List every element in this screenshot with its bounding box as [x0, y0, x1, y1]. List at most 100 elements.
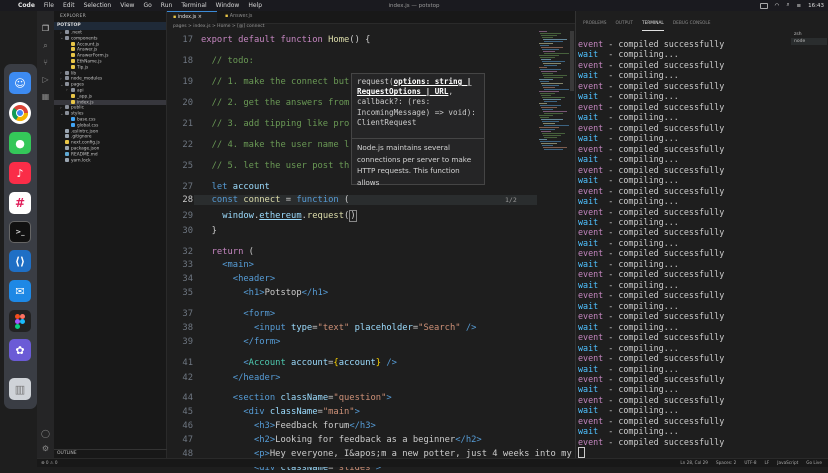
file-name: pages [71, 82, 84, 88]
file-icon [71, 99, 75, 104]
tab-label: index.js [177, 15, 197, 20]
menu-edit[interactable]: Edit [63, 2, 75, 9]
layout-icon[interactable] [759, 2, 768, 9]
source-control-icon[interactable]: ⑂ [41, 58, 50, 67]
tab-debug-console[interactable]: DEBUG CONSOLE [673, 21, 711, 31]
minimap-line [544, 149, 563, 151]
terminal-line-label: wait [578, 321, 599, 332]
terminal-line: event - compiled successfully [578, 186, 788, 196]
terminal-line: wait - compiling... [578, 49, 788, 59]
trash-icon[interactable]: ▥ [9, 378, 31, 400]
files-icon[interactable]: ❐ [41, 24, 50, 33]
file-icon [71, 47, 75, 52]
chrome-icon[interactable] [9, 102, 31, 124]
terminal-line-label: event [578, 311, 604, 322]
file-name: Answer.js [77, 47, 98, 53]
line-number: 27 [182, 182, 193, 192]
menu-view[interactable]: View [120, 2, 134, 9]
photos-app-icon[interactable]: ✿ [9, 339, 31, 361]
file-name: next.config.js [71, 140, 100, 146]
menu-help[interactable]: Help [248, 2, 262, 9]
terminal-line-label: event [578, 290, 604, 301]
tab-problems[interactable]: PROBLEMS [583, 21, 606, 31]
clock[interactable]: 16:43 [808, 3, 824, 9]
minimap-line [541, 95, 551, 97]
menu-window[interactable]: Window [216, 2, 240, 9]
line-number: 22 [182, 140, 193, 150]
menu-selection[interactable]: Selection [84, 2, 112, 9]
dock: ☺ ● ♪ # >_ ⟨⟩ ✉ ✿ ▥ [4, 64, 37, 409]
terminal-output[interactable]: event - compiled successfully wait - comp… [578, 39, 788, 459]
run-debug-icon[interactable]: ▷ [41, 75, 50, 84]
minimap-line [543, 135, 561, 137]
search-icon[interactable]: ⌕ [41, 41, 50, 50]
terminal-line-text: - compiling... [598, 384, 679, 395]
vscode-icon[interactable]: ⟨⟩ [9, 250, 31, 272]
terminal-line-label: wait [578, 196, 599, 207]
minimap-line [539, 91, 559, 93]
outline-section[interactable]: OUTLINE [54, 449, 169, 458]
menu-app-name[interactable]: Code [18, 2, 35, 9]
file-item[interactable]: yarn.lock [54, 157, 166, 164]
terminal-line: event - compiled successfully [578, 353, 788, 363]
terminal-icon[interactable]: >_ [9, 221, 31, 243]
terminal-line: event - compiled successfully [578, 102, 788, 112]
slack-icon[interactable]: # [9, 192, 31, 214]
terminal-item-zsh[interactable]: zsh [791, 31, 827, 38]
panel-tabs: PROBLEMS OUTPUT TERMINAL DEBUG CONSOLE [576, 21, 710, 31]
extensions-icon[interactable]: ▦ [41, 92, 50, 101]
project-folder[interactable]: POTSTOP [54, 22, 166, 30]
mail-icon[interactable]: ✉ [9, 280, 31, 302]
menu-run[interactable]: Run [161, 2, 173, 9]
minimap[interactable] [539, 31, 569, 151]
search-icon[interactable]: ⌕ [786, 2, 789, 9]
terminal-line-label: wait [578, 279, 599, 290]
terminal-line: wait - compiling... [578, 217, 788, 227]
terminal-line: wait - compiling... [578, 364, 788, 374]
terminal-line-text: - compiled successfully [603, 394, 725, 405]
terminal-line-label: event [578, 415, 604, 426]
terminal-line-text: - compiling... [598, 279, 679, 290]
line-number: 37 [182, 309, 193, 319]
code-line: <section className="question"> [232, 393, 392, 403]
account-icon[interactable]: ◯ [41, 429, 50, 438]
finder-icon[interactable]: ☺ [9, 72, 31, 94]
settings-gear-icon[interactable]: ⚙ [41, 444, 50, 453]
wifi-icon[interactable]: ◠ [775, 3, 780, 9]
breadcrumb[interactable]: pages > index.js > Home > [@] connect [167, 23, 581, 31]
editor-scrollbar[interactable] [570, 31, 574, 91]
signature-counter[interactable]: 1/2 [505, 196, 517, 204]
menu-file[interactable]: File [44, 2, 54, 9]
terminal-prompt[interactable] [578, 447, 788, 459]
tab-answer-js[interactable]: ▪ Answer.js [219, 11, 258, 23]
terminal-line: event - compiled successfully [578, 207, 788, 217]
minimap-line [542, 97, 565, 99]
terminal-line-text: - compiled successfully [603, 227, 725, 238]
minimap-line [540, 57, 555, 59]
messages-icon[interactable]: ● [9, 132, 31, 154]
music-icon[interactable]: ♪ [9, 162, 31, 184]
line-number: 46 [182, 421, 193, 431]
code-line: let account [211, 182, 270, 192]
folder-icon [65, 76, 69, 81]
terminal-line: wait - compiling... [578, 322, 788, 332]
tab-output[interactable]: OUTPUT [615, 21, 633, 31]
menu-terminal[interactable]: Terminal [181, 2, 206, 9]
tooltip-divider [352, 138, 484, 139]
terminal-line-label: wait [578, 154, 599, 165]
terminal-line-text: - compiled successfully [603, 332, 725, 343]
close-icon[interactable]: × [198, 15, 202, 20]
line-number: 33 [182, 260, 193, 270]
control-center-icon[interactable]: ≡ [797, 3, 802, 9]
menu-go[interactable]: Go [143, 2, 151, 9]
terminal-item-node[interactable]: node [791, 38, 827, 45]
menu-status-area: ◠ ⌕ ≡ 16:43 [759, 0, 824, 11]
terminal-line-label: wait [578, 405, 599, 416]
code-line: </form> [243, 337, 281, 347]
tab-terminal[interactable]: TERMINAL [641, 21, 664, 31]
figma-icon[interactable] [9, 310, 31, 332]
minimap-line [542, 133, 565, 135]
terminal-line-text: - compiled successfully [603, 59, 725, 70]
terminal-line-text: - compiling... [598, 112, 679, 123]
line-number: 28 [182, 195, 193, 205]
